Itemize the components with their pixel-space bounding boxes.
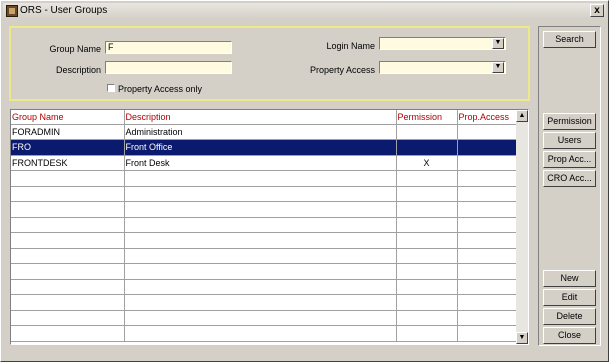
cell-prop-access bbox=[457, 155, 518, 171]
prop-acc-button[interactable]: Prop Acc... bbox=[543, 151, 596, 168]
empty-row bbox=[11, 294, 518, 311]
grid-vertical-scrollbar[interactable]: ▲ ▼ bbox=[516, 110, 528, 344]
table-header-row: Group Name Description Permission Prop.A… bbox=[11, 110, 518, 125]
column-header-description[interactable]: Description bbox=[124, 110, 397, 125]
scroll-down-icon[interactable]: ▼ bbox=[516, 332, 528, 344]
empty-row bbox=[11, 325, 518, 342]
window-title: ORS - User Groups bbox=[20, 5, 108, 16]
user-groups-table: Group Name Description Permission Prop.A… bbox=[11, 110, 518, 342]
table-row[interactable]: FRO Front Office bbox=[11, 139, 518, 156]
title-bar: ORS - User Groups x bbox=[3, 3, 606, 19]
edit-button[interactable]: Edit bbox=[543, 289, 596, 306]
new-button[interactable]: New bbox=[543, 270, 596, 287]
empty-row bbox=[11, 310, 518, 326]
property-access-only-checkbox[interactable] bbox=[107, 84, 115, 92]
empty-row bbox=[11, 186, 518, 202]
cell-prop-access bbox=[457, 139, 518, 156]
column-header-permission[interactable]: Permission bbox=[396, 110, 458, 125]
empty-row bbox=[11, 263, 518, 280]
user-groups-window: ORS - User Groups x Group Name F Descrip… bbox=[0, 0, 609, 362]
login-name-field[interactable]: ▼ bbox=[379, 37, 506, 50]
cell-prop-access bbox=[457, 124, 518, 140]
property-access-only-label: Property Access only bbox=[118, 84, 203, 94]
cell-description: Front Office bbox=[124, 139, 397, 156]
delete-button[interactable]: Delete bbox=[543, 308, 596, 325]
cell-group-name: FRONTDESK bbox=[11, 155, 125, 171]
property-access-dropdown-icon[interactable]: ▼ bbox=[492, 62, 504, 73]
cell-group-name: FORADMIN bbox=[11, 124, 125, 140]
close-button[interactable]: Close bbox=[543, 327, 596, 344]
table-row[interactable]: FRONTDESK Front Desk X bbox=[11, 155, 518, 171]
property-access-field[interactable]: ▼ bbox=[379, 61, 506, 74]
empty-row bbox=[11, 170, 518, 187]
close-window-button[interactable]: x bbox=[590, 4, 604, 17]
user-groups-grid: Group Name Description Permission Prop.A… bbox=[10, 109, 529, 345]
cell-permission: X bbox=[396, 155, 458, 171]
description-label: Description bbox=[55, 65, 101, 75]
cell-group-name: FRO bbox=[11, 139, 125, 156]
login-name-dropdown-icon[interactable]: ▼ bbox=[492, 38, 504, 49]
cell-description: Front Desk bbox=[124, 155, 397, 171]
property-access-label: Property Access bbox=[309, 65, 375, 75]
empty-row bbox=[11, 248, 518, 264]
app-icon bbox=[6, 5, 18, 17]
group-name-field[interactable]: F bbox=[105, 41, 232, 54]
empty-row bbox=[11, 279, 518, 295]
cro-acc-button[interactable]: CRO Acc... bbox=[543, 170, 596, 187]
search-button[interactable]: Search bbox=[543, 31, 596, 48]
permission-button[interactable]: Permission bbox=[543, 113, 596, 130]
search-panel: Group Name F Description Property Access… bbox=[9, 26, 530, 101]
empty-row bbox=[11, 217, 518, 233]
action-button-panel: Search Permission Users Prop Acc... CRO … bbox=[538, 26, 601, 346]
cell-description: Administration bbox=[124, 124, 397, 140]
cell-permission bbox=[396, 139, 458, 156]
empty-row bbox=[11, 232, 518, 249]
group-name-label: Group Name bbox=[49, 44, 101, 54]
scroll-up-icon[interactable]: ▲ bbox=[516, 110, 528, 122]
column-header-prop-access[interactable]: Prop.Access bbox=[457, 110, 518, 125]
description-field[interactable] bbox=[105, 61, 232, 74]
users-button[interactable]: Users bbox=[543, 132, 596, 149]
table-row[interactable]: FORADMIN Administration bbox=[11, 124, 518, 140]
login-name-label: Login Name bbox=[326, 41, 375, 51]
empty-row bbox=[11, 201, 518, 218]
column-header-group-name[interactable]: Group Name bbox=[11, 110, 125, 125]
cell-permission bbox=[396, 124, 458, 140]
